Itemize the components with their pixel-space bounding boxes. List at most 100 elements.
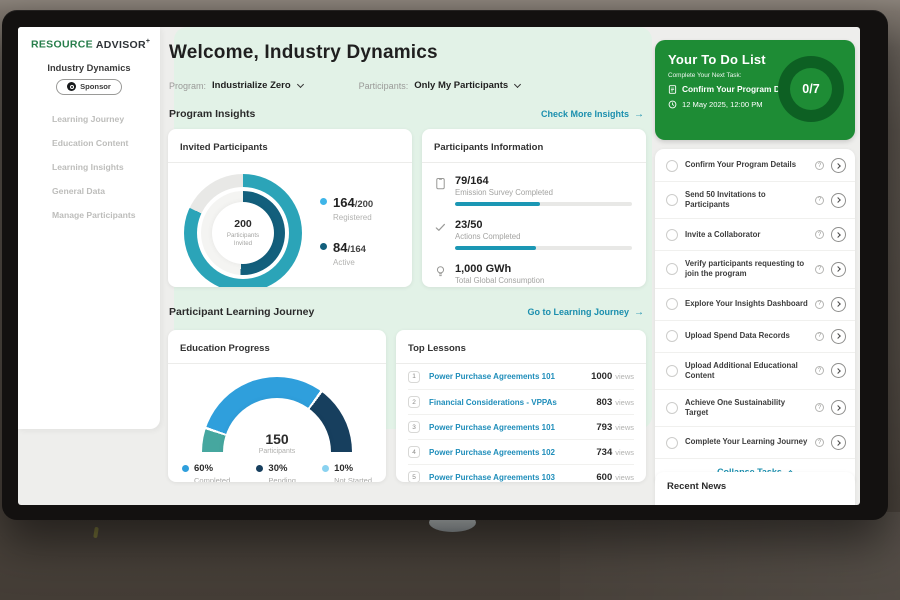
- gauge-center-label: Participants: [202, 448, 352, 455]
- program-filter-dropdown[interactable]: Program: Industrialize Zero: [169, 80, 303, 91]
- sidebar-item-label: General Data: [52, 186, 105, 196]
- arrow-right-icon: →: [634, 109, 644, 120]
- lightbulb-icon: [434, 265, 447, 278]
- lesson-title-link[interactable]: Power Purchase Agreements 101: [429, 423, 596, 432]
- chevron-right-icon: [835, 333, 841, 339]
- check-more-insights-link[interactable]: Check More Insights →: [541, 109, 644, 120]
- lesson-title-link[interactable]: Power Purchase Agreements 101: [429, 372, 591, 381]
- task-label: Upload Spend Data Records: [685, 331, 808, 341]
- task-checkbox[interactable]: [666, 160, 678, 172]
- chevron-right-button[interactable]: [831, 193, 846, 208]
- todo-summary-card: Your To Do List Complete Your Next Task:…: [655, 40, 855, 140]
- lesson-row: 4 Power Purchase Agreements 102 734 view…: [408, 439, 634, 464]
- lesson-title-link[interactable]: Financial Considerations - VPPAs: [429, 398, 596, 407]
- todo-title: Your To Do List: [668, 52, 783, 67]
- task-row-confirm-program[interactable]: Confirm Your Program Details: [655, 150, 855, 181]
- document-icon: [668, 85, 677, 94]
- sidebar-item-education-content[interactable]: Education Content: [18, 131, 160, 155]
- todo-subtitle: Complete Your Next Task:: [668, 72, 783, 79]
- sidebar: RESOURCEADVISOR+ Industry Dynamics Spons…: [18, 27, 160, 429]
- task-row-upload-spend-data[interactable]: Upload Spend Data Records: [655, 320, 855, 352]
- help-icon[interactable]: [815, 161, 824, 170]
- help-icon[interactable]: [815, 366, 824, 375]
- lesson-views-suffix: views: [615, 398, 634, 407]
- invited-participants-card: Invited Participants 200 Participants In…: [168, 129, 412, 287]
- lesson-title-link[interactable]: Power Purchase Agreements 103: [429, 473, 596, 482]
- chevron-right-button[interactable]: [831, 262, 846, 277]
- chevron-right-button[interactable]: [831, 329, 846, 344]
- lesson-rank: 4: [408, 446, 420, 458]
- legend-item-pending: 30% Pending: [256, 463, 296, 482]
- progress-bar-track: [455, 246, 632, 250]
- help-icon[interactable]: [815, 403, 824, 412]
- task-checkbox[interactable]: [666, 402, 678, 414]
- stat-label: Actions Completed: [455, 232, 632, 241]
- sponsor-icon: [67, 82, 76, 91]
- task-row-achieve-sustainability-target[interactable]: Achieve One Sustainability Target: [655, 389, 855, 426]
- participants-filter-value: Only My Participants: [414, 80, 508, 91]
- task-row-send-invitations[interactable]: Send 50 Invitations to Participants: [655, 181, 855, 218]
- chevron-right-button[interactable]: [831, 400, 846, 415]
- task-checkbox[interactable]: [666, 330, 678, 342]
- task-checkbox[interactable]: [666, 263, 678, 275]
- stat-value: 23/50: [455, 219, 632, 231]
- todo-panel: Your To Do List Complete Your Next Task:…: [655, 27, 855, 505]
- legend-total: /164: [347, 244, 366, 255]
- monitor-bezel: RESOURCEADVISOR+ Industry Dynamics Spons…: [2, 10, 888, 520]
- stat-value: 1,000 GWh: [455, 263, 632, 275]
- task-checkbox[interactable]: [666, 194, 678, 206]
- donut-center-label: Participants Invited: [212, 232, 274, 248]
- sidebar-item-general-data[interactable]: General Data: [18, 179, 160, 203]
- help-icon[interactable]: [815, 196, 824, 205]
- stat-emission-survey: 79/164 Emission Survey Completed: [434, 175, 632, 206]
- lesson-views-suffix: views: [615, 473, 634, 482]
- legend-value: 164: [333, 195, 355, 210]
- legend-pct: 60%: [194, 463, 213, 474]
- task-row-complete-learning-journey[interactable]: Complete Your Learning Journey: [655, 426, 855, 458]
- go-to-learning-journey-link[interactable]: Go to Learning Journey →: [527, 307, 644, 318]
- todo-task-list: Confirm Your Program Details Send 50 Inv…: [655, 149, 855, 486]
- recent-news-card: Recent News: [655, 472, 855, 505]
- main-content: Welcome, Industry Dynamics Program: Indu…: [168, 27, 646, 505]
- lesson-views: 734: [596, 447, 612, 458]
- legend-label: Pending: [268, 476, 296, 482]
- legend-pct: 10%: [334, 463, 353, 474]
- sidebar-item-manage-participants[interactable]: Manage Participants: [18, 203, 160, 227]
- task-checkbox[interactable]: [666, 298, 678, 310]
- lesson-views-suffix: views: [615, 372, 634, 381]
- task-row-upload-educational-content[interactable]: Upload Additional Educational Content: [655, 352, 855, 389]
- participants-filter-dropdown[interactable]: Participants: Only My Participants: [359, 80, 521, 91]
- chevron-right-button[interactable]: [831, 158, 846, 173]
- logo-plus: +: [146, 38, 150, 45]
- donut-legend: 164/200 Registered 84/164 Active: [320, 194, 373, 287]
- task-checkbox[interactable]: [666, 365, 678, 377]
- chevron-right-button[interactable]: [831, 435, 846, 450]
- legend-item-not-started: 10% Not Started: [322, 463, 372, 482]
- task-row-verify-participants[interactable]: Verify participants requesting to join t…: [655, 250, 855, 287]
- task-checkbox[interactable]: [666, 437, 678, 449]
- chevron-right-button[interactable]: [831, 227, 846, 242]
- todo-progress-ring: 0/7: [778, 56, 844, 122]
- logo-text-advisor: ADVISOR: [96, 39, 146, 51]
- help-icon[interactable]: [815, 438, 824, 447]
- chevron-right-button[interactable]: [831, 363, 846, 378]
- sidebar-nav: Home Insights Education Learning Journey…: [18, 107, 160, 227]
- progress-bar-fill: [455, 202, 540, 206]
- task-row-explore-insights[interactable]: Explore Your Insights Dashboard: [655, 288, 855, 320]
- sponsor-badge-label: Sponsor: [80, 82, 111, 91]
- survey-clipboard-icon: [434, 177, 447, 190]
- sidebar-item-learning-insights[interactable]: Learning Insights: [18, 155, 160, 179]
- lesson-row: 2 Financial Considerations - VPPAs 803 v…: [408, 389, 634, 414]
- chevron-right-button[interactable]: [831, 297, 846, 312]
- lesson-row: 3 Power Purchase Agreements 101 793 view…: [408, 414, 634, 439]
- donut-center-value: 200: [234, 218, 252, 230]
- help-icon[interactable]: [815, 300, 824, 309]
- task-checkbox[interactable]: [666, 229, 678, 241]
- help-icon[interactable]: [815, 332, 824, 341]
- help-icon[interactable]: [815, 265, 824, 274]
- task-row-invite-collaborator[interactable]: Invite a Collaborator: [655, 218, 855, 250]
- sponsor-badge: Sponsor: [56, 79, 122, 95]
- lesson-title-link[interactable]: Power Purchase Agreements 102: [429, 448, 596, 457]
- sidebar-item-learning-journey[interactable]: Learning Journey: [18, 107, 160, 131]
- help-icon[interactable]: [815, 230, 824, 239]
